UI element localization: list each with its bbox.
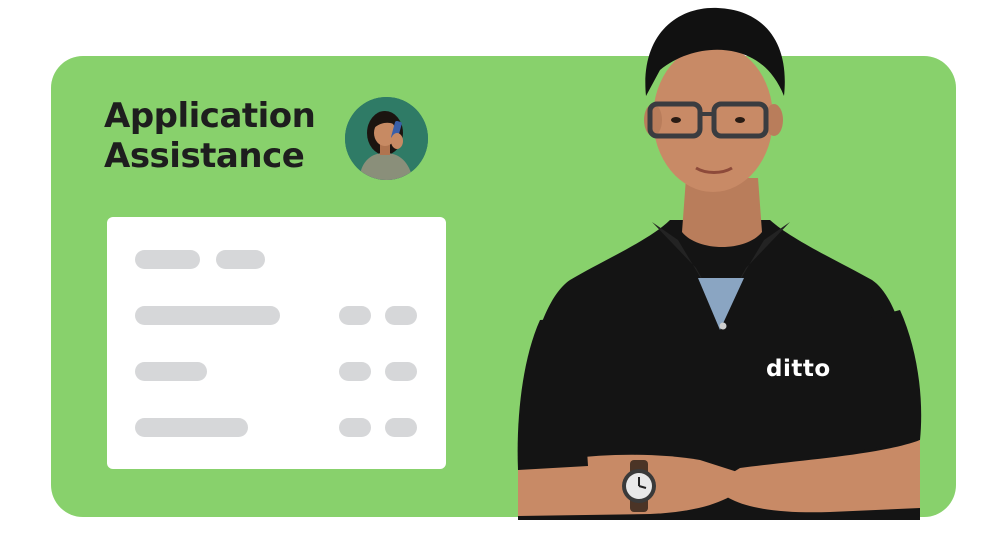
placeholder-bar [135,306,280,325]
advisor-avatar [345,97,428,180]
placeholder-chip [385,306,417,325]
wristwatch-icon [622,460,656,512]
placeholder-bar [216,250,265,269]
page-title: Application Assistance [104,96,316,176]
placeholder-chip [339,362,371,381]
placeholder-bar [135,418,248,437]
placeholder-chip [385,362,417,381]
title-line-1: Application [104,96,316,136]
woman-on-phone-icon [345,97,428,180]
placeholder-chip [339,306,371,325]
title-line-2: Assistance [104,136,305,176]
placeholder-chip [385,418,417,437]
placeholder-chip [339,418,371,437]
placeholder-bar [135,362,207,381]
form-placeholder-card [107,217,446,469]
hero-banner: Application Assistance ditto [0,0,994,555]
advisor-photo [517,7,922,520]
shirt-logo: ditto [766,356,831,382]
placeholder-bar [135,250,200,269]
